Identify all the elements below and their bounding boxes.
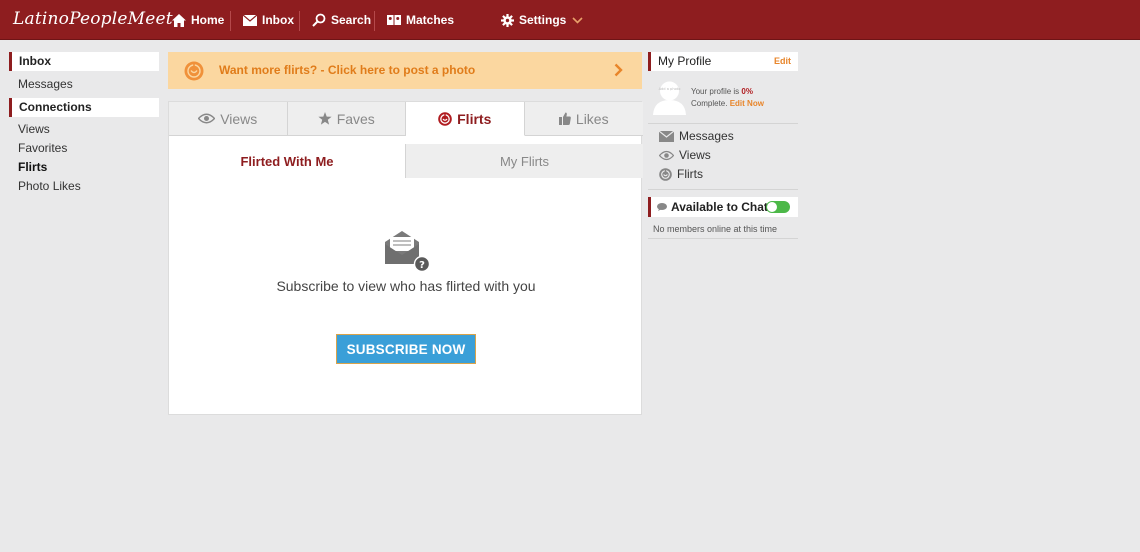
empty-state-message: Subscribe to view who has flirted with y… (276, 278, 536, 294)
chat-status-text: No members online at this time (648, 219, 798, 239)
available-to-chat-header: Available to Chat (648, 197, 798, 217)
nav-inbox-label: Inbox (262, 13, 294, 27)
subtab-flirted-with-me[interactable]: Flirted With Me (169, 144, 406, 178)
gear-icon (501, 13, 514, 27)
tab-likes-label: Likes (575, 110, 609, 127)
connections-tabs: Views Faves Flirts Likes (169, 102, 643, 136)
nav-settings-label: Settings (519, 13, 567, 27)
nav-matches-link[interactable]: Matches (387, 0, 454, 40)
profile-link-flirts-label: Flirts (677, 167, 703, 181)
tab-flirts-label: Flirts (457, 110, 492, 127)
profile-link-messages-label: Messages (679, 129, 734, 143)
subtab-my-flirts[interactable]: My Flirts (406, 144, 643, 178)
chat-availability-toggle[interactable] (766, 201, 790, 213)
sidebar-item-photo-likes[interactable]: Photo Likes (18, 179, 81, 193)
completion-prefix: Your profile is (691, 87, 742, 96)
completion-percent: 0% (741, 87, 753, 96)
sidebar-item-views[interactable]: Views (18, 122, 50, 136)
edit-now-link[interactable]: Edit Now (730, 99, 764, 108)
nav-matches-label: Matches (406, 13, 455, 27)
chevron-right-icon (614, 63, 623, 77)
chat-bubble-icon (657, 203, 667, 211)
toggle-knob (767, 202, 777, 212)
banner-text: Want more flirts? - Click here to post a… (219, 63, 476, 77)
sidebar-header-connections[interactable]: Connections (9, 98, 159, 117)
tab-views-label: Views (220, 110, 258, 127)
sidebar-item-favorites[interactable]: Favorites (18, 141, 67, 155)
post-photo-banner[interactable]: Want more flirts? - Click here to post a… (168, 52, 642, 89)
chevron-down-icon (572, 16, 583, 24)
star-icon (318, 112, 332, 125)
nav-search-link[interactable]: Search (312, 0, 371, 40)
envelope-question-icon: ? (385, 231, 431, 272)
tab-faves[interactable]: Faves (287, 102, 406, 136)
nav-home-label: Home (191, 13, 225, 27)
subscribe-now-button[interactable]: SUBSCRIBE NOW (336, 334, 476, 364)
flirt-icon (438, 111, 452, 126)
nav-home-link[interactable]: Home (172, 0, 224, 40)
profile-edit-link[interactable]: Edit (774, 56, 791, 66)
available-to-chat-label: Available to Chat (671, 200, 768, 214)
sidebar-item-flirts[interactable]: Flirts (18, 160, 47, 174)
site-logo[interactable]: LatinoPeopleMeet (13, 9, 173, 29)
nav-inbox-link[interactable]: Inbox (243, 0, 294, 40)
profile-link-views[interactable]: Views (659, 148, 711, 162)
eye-icon (659, 150, 674, 160)
search-icon (312, 13, 326, 27)
flirt-subtabs: Flirted With Me My Flirts (169, 144, 643, 178)
tab-flirts[interactable]: Flirts (406, 102, 525, 136)
tab-views[interactable]: Views (169, 102, 288, 136)
tab-faves-label: Faves (336, 110, 375, 127)
flirt-icon (659, 167, 672, 181)
nav-search-label: Search (331, 13, 372, 27)
sidebar-item-messages[interactable]: Messages (18, 77, 73, 91)
nav-settings-menu[interactable]: Settings (501, 0, 588, 40)
envelope-icon (659, 130, 674, 142)
eye-icon (198, 113, 216, 124)
svg-text:?: ? (419, 260, 425, 271)
tab-likes[interactable]: Likes (524, 102, 643, 136)
my-profile-header: My Profile Edit (648, 52, 798, 71)
profile-link-views-label: Views (679, 148, 711, 162)
avatar-label: Add a photo (659, 87, 681, 91)
thumbs-up-icon (558, 112, 571, 125)
my-profile-title: My Profile (658, 54, 712, 68)
profile-completion: Your profile is 0% Complete. Edit Now (691, 86, 764, 110)
smiley-icon (184, 61, 204, 81)
profile-link-flirts[interactable]: Flirts (659, 167, 703, 181)
flirts-panel: Views Faves Flirts Likes Flirted With Me… (168, 101, 643, 415)
avatar-placeholder[interactable]: Add a photo (652, 79, 687, 115)
sidebar-header-inbox[interactable]: Inbox (9, 52, 159, 71)
profile-link-messages[interactable]: Messages (659, 129, 734, 143)
matches-icon (387, 15, 401, 25)
top-navigation-bar: LatinoPeopleMeet Home Inbox Search Match… (0, 0, 1140, 40)
home-icon (172, 13, 186, 27)
completion-suffix: Complete. (691, 99, 728, 108)
envelope-icon (243, 14, 257, 26)
